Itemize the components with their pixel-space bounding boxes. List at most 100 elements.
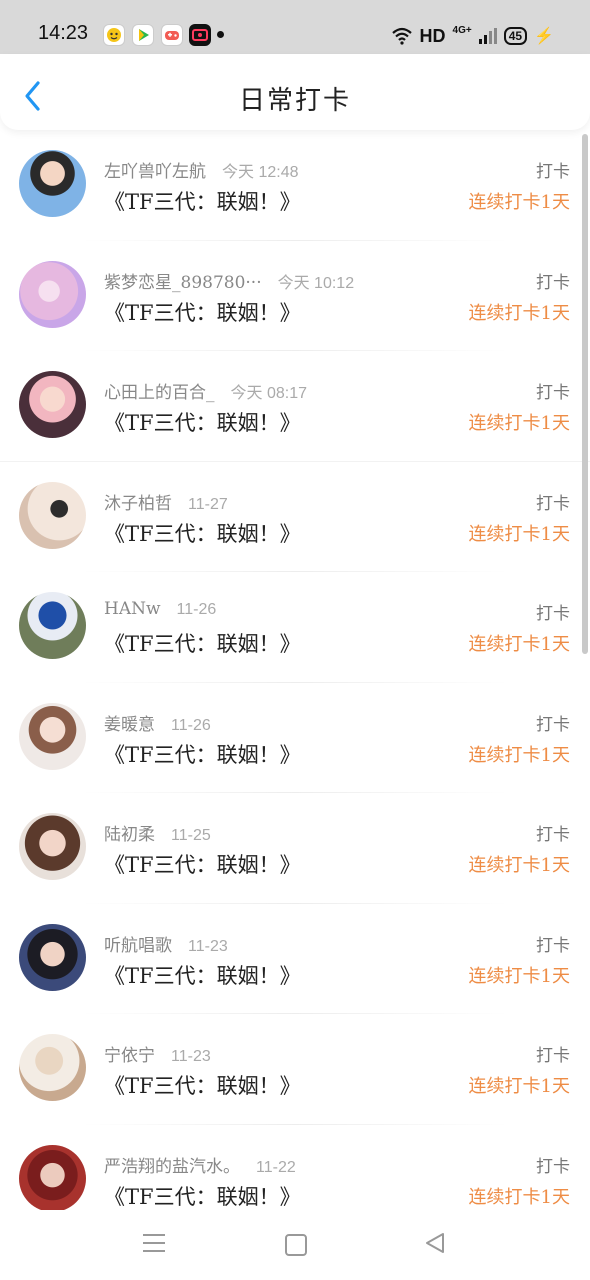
avatar[interactable]	[19, 592, 86, 659]
user-name[interactable]: 沐子柏哲	[104, 494, 172, 514]
wifi-icon	[391, 27, 412, 45]
user-meta: 严浩翔的盐汽水。 11-22	[104, 1152, 296, 1177]
checkin-time: 11-26	[176, 601, 217, 618]
green-play-icon	[132, 24, 154, 46]
checkin-time: 11-26	[171, 716, 211, 734]
streak-label: 连续打卡1天	[468, 744, 570, 766]
book-title[interactable]: 《TF三代：联姻！》	[104, 1070, 301, 1100]
home-square-icon[interactable]	[285, 1234, 307, 1256]
checkin-row[interactable]: 姜暖意 11-26 《TF三代：联姻！》 打卡连续打卡1天	[0, 683, 590, 793]
avatar[interactable]	[19, 1144, 86, 1210]
checkin-label: 打卡	[536, 604, 570, 624]
user-name[interactable]: 心田上的百合_	[104, 383, 215, 403]
menu-icon[interactable]	[143, 1234, 165, 1252]
status-bar: 14:23 HD 4G+ 45 ⚡	[0, 0, 590, 54]
back-triangle-icon[interactable]	[424, 1232, 446, 1254]
checkin-time: 今天 10:12	[277, 274, 355, 292]
checkin-time: 11-23	[188, 937, 228, 955]
checkin-row[interactable]: 沐子柏哲 11-27 《TF三代：联姻！》 打卡连续打卡1天	[0, 462, 590, 572]
avatar[interactable]	[19, 150, 86, 217]
checkin-label: 打卡	[536, 493, 570, 514]
book-title[interactable]: 《TF三代：联姻！》	[104, 849, 301, 879]
book-title[interactable]: 《TF三代：联姻！》	[104, 518, 301, 548]
streak-label: 连续打卡1天	[468, 192, 570, 213]
system-nav-bar	[0, 1210, 590, 1280]
avatar[interactable]	[19, 371, 86, 438]
checkin-label: 打卡	[536, 1046, 570, 1066]
checkin-row[interactable]: 宁依宁 11-23 《TF三代：联姻！》 打卡连续打卡1天	[0, 1014, 590, 1125]
checkin-row[interactable]: 左吖兽吖左航 今天 12:48 《TF三代：联姻！》 打卡连续打卡1天	[0, 130, 590, 241]
streak-label: 连续打卡1天	[468, 302, 570, 324]
user-meta: 沐子柏哲 11-27	[104, 489, 228, 514]
user-meta: HANw 11-26	[104, 599, 216, 619]
user-name[interactable]: 左吖兽吖左航	[104, 162, 206, 182]
checkin-label: 打卡	[536, 272, 570, 293]
book-title[interactable]: 《TF三代：联姻！》	[104, 297, 301, 327]
checkin-label: 打卡	[536, 162, 570, 182]
avatar[interactable]	[19, 702, 86, 770]
avatar[interactable]	[19, 1034, 86, 1101]
face-app-icon	[103, 24, 125, 46]
top-bar: 日常打卡	[0, 54, 590, 130]
streak-label: 连续打卡1天	[468, 1076, 570, 1097]
user-meta: 听航唱歌 11-23	[104, 931, 228, 956]
user-name[interactable]: 宁依宁	[104, 1046, 155, 1066]
book-title[interactable]: 《TF三代：联姻！》	[104, 739, 301, 769]
book-title[interactable]: 《TF三代：联姻！》	[104, 1181, 301, 1211]
avatar[interactable]	[19, 813, 86, 880]
checkin-label: 打卡	[536, 825, 570, 845]
user-name[interactable]: 听航唱歌	[104, 936, 172, 956]
checkin-row[interactable]: HANw 11-26 《TF三代：联姻！》 打卡连续打卡1天	[0, 572, 590, 683]
checkin-row[interactable]: 听航唱歌 11-23 《TF三代：联姻！》 打卡连续打卡1天	[0, 904, 590, 1014]
user-name[interactable]: HANw	[104, 599, 161, 619]
streak-label: 连续打卡1天	[468, 855, 570, 876]
signal-bars-icon	[478, 28, 497, 44]
avatar[interactable]	[19, 923, 86, 991]
checkin-time: 11-22	[256, 1158, 296, 1176]
checkin-label: 打卡	[536, 714, 570, 735]
checkin-label: 打卡	[536, 1156, 570, 1177]
streak-label: 连续打卡1天	[468, 413, 570, 434]
user-meta: 心田上的百合_ 今天 08:17	[104, 378, 307, 403]
charging-bolt-icon: ⚡	[534, 28, 554, 45]
user-name[interactable]: 紫梦恋星_898780···	[104, 273, 262, 293]
battery-icon: 45	[503, 27, 528, 45]
user-name[interactable]: 严浩翔的盐汽水。	[104, 1157, 240, 1177]
tv-app-icon	[189, 24, 211, 46]
checkin-list[interactable]: 左吖兽吖左航 今天 12:48 《TF三代：联姻！》 打卡 连续打卡1天 紫梦恋星_898…	[0, 130, 590, 1210]
checkin-row[interactable]: 心田上的百合_ 今天 08:17 《TF三代：联姻！》 打卡连续打卡1天	[0, 351, 590, 462]
book-title[interactable]: 《TF三代：联姻！》	[104, 407, 301, 437]
checkin-time: 11-23	[171, 1048, 211, 1065]
checkin-label: 打卡	[536, 383, 570, 403]
user-name[interactable]: 陆初柔	[104, 825, 155, 845]
streak-label: 连续打卡1天	[468, 965, 570, 987]
checkin-time: 今天 12:48	[222, 164, 299, 181]
book-title[interactable]: 《TF三代：联姻！》	[104, 186, 301, 216]
book-title[interactable]: 《TF三代：联姻！》	[104, 628, 301, 658]
checkin-time: 今天 08:17	[230, 385, 308, 402]
checkin-label: 打卡	[536, 935, 570, 956]
streak-label: 连续打卡1天	[468, 1186, 570, 1208]
game-app-icon	[161, 24, 183, 46]
checkin-time: 11-25	[171, 827, 211, 844]
checkin-row[interactable]: 严浩翔的盐汽水。 11-22 《TF三代：联姻！》 打卡连续打卡1天	[0, 1125, 590, 1211]
streak-label: 连续打卡1天	[468, 634, 570, 655]
network-label: HD	[419, 25, 446, 46]
avatar[interactable]	[19, 260, 86, 328]
checkin-time: 11-27	[188, 495, 228, 513]
user-meta: 姜暖意 11-26	[104, 710, 211, 735]
signal-label: 4G+	[452, 24, 472, 36]
scrollbar[interactable]	[582, 134, 588, 654]
user-meta: 紫梦恋星_898780··· 今天 10:12	[104, 268, 354, 293]
user-name[interactable]: 姜暖意	[104, 715, 155, 735]
user-meta: 宁依宁 11-23	[104, 1041, 211, 1066]
book-title[interactable]: 《TF三代：联姻！》	[104, 960, 301, 990]
checkin-row[interactable]: 陆初柔 11-25 《TF三代：联姻！》 打卡连续打卡1天	[0, 793, 590, 904]
user-meta: 陆初柔 11-25	[104, 820, 211, 845]
status-time: 14:23	[38, 22, 89, 44]
notification-dot-icon	[217, 31, 224, 38]
avatar[interactable]	[19, 481, 86, 549]
checkin-row[interactable]: 紫梦恋星_898780··· 今天 10:12 《TF三代：联姻！》 打卡连续打卡1天	[0, 241, 590, 351]
streak-label: 连续打卡1天	[468, 523, 570, 545]
user-meta: 左吖兽吖左航 今天 12:48	[104, 157, 299, 182]
